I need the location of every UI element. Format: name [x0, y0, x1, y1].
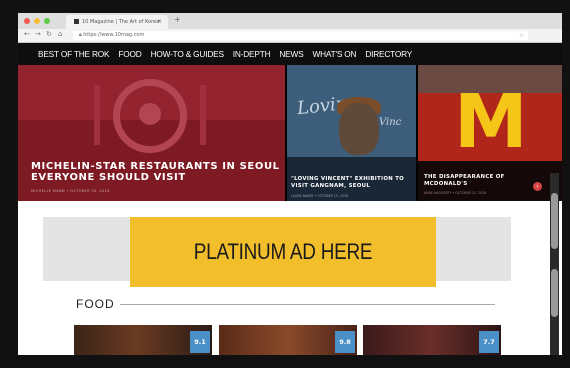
- tertiary-article-title[interactable]: THE DISAPPEARANCE OF MCDONALD'S: [424, 174, 534, 187]
- nav-item-best-of-the-rok[interactable]: BEST OF THE ROK: [38, 43, 110, 65]
- rating-badge: 7.7: [479, 331, 499, 353]
- scrollbar-thumb-lower[interactable]: [551, 269, 558, 317]
- lock-icon: 🔒︎: [79, 32, 82, 38]
- featured-article-title[interactable]: MICHELIN-STAR RESTAURANTS IN SEOUL EVERY…: [31, 161, 281, 183]
- knife-illustration: [200, 85, 206, 145]
- nav-item-news[interactable]: NEWS: [279, 43, 303, 65]
- address-toolbar: ← → ↻ ⌂ 🔒︎ https://www.10mag.com ☆: [18, 29, 562, 43]
- portrait-face: [339, 103, 379, 155]
- nav-item-in-depth[interactable]: IN-DEPTH: [233, 43, 271, 65]
- device-frame: 10 Magazine | The Art of Korea × + ← → ↻…: [0, 0, 570, 368]
- page-scrollbar[interactable]: [550, 173, 559, 355]
- site-favicon-icon: [74, 19, 79, 24]
- maximize-window-icon[interactable]: [44, 18, 50, 24]
- reload-icon[interactable]: ↻: [46, 30, 52, 38]
- next-slide-button[interactable]: ›: [533, 182, 542, 191]
- tab-title: 10 Magazine | The Art of Korea: [82, 19, 160, 25]
- section-divider: [120, 304, 495, 305]
- bookmark-star-icon[interactable]: ☆: [519, 31, 524, 40]
- painting-script-text-2: Vinc: [379, 117, 402, 128]
- hero-section: MICHELIN-STAR RESTAURANTS IN SEOUL EVERY…: [18, 65, 562, 201]
- secondary-article-card[interactable]: Loving Vinc "LOVING VINCENT" EXHIBITION …: [287, 65, 416, 201]
- secondary-article-title[interactable]: "LOVING VINCENT" EXHIBITION TO VISIT GAN…: [291, 176, 413, 189]
- secondary-article-meta: LAURA BAKER • OCTOBER 15, 2018: [291, 194, 349, 198]
- browser-tab-bar: 10 Magazine | The Art of Korea × +: [18, 13, 562, 29]
- plate-center-illustration: [139, 103, 161, 125]
- address-bar[interactable]: 🔒︎ https://www.10mag.com ☆: [73, 31, 528, 40]
- nav-item-directory[interactable]: DIRECTORY: [365, 43, 412, 65]
- nav-item-whats-on[interactable]: WHAT'S ON: [312, 43, 356, 65]
- scrollbar-thumb[interactable]: [551, 193, 558, 249]
- site-navigation: BEST OF THE ROK FOOD HOW-TO & GUIDES IN-…: [18, 43, 562, 65]
- nav-item-how-to-guides[interactable]: HOW-TO & GUIDES: [151, 43, 224, 65]
- minimize-window-icon[interactable]: [34, 18, 40, 24]
- back-arrow-icon[interactable]: ←: [24, 30, 30, 38]
- food-card-1[interactable]: 9.1: [74, 325, 212, 355]
- close-window-icon[interactable]: [24, 18, 30, 24]
- browser-window: 10 Magazine | The Art of Korea × + ← → ↻…: [18, 13, 562, 355]
- rating-badge: 9.1: [190, 331, 210, 353]
- address-url: https://www.10mag.com: [83, 32, 145, 38]
- browser-tab[interactable]: 10 Magazine | The Art of Korea ×: [66, 15, 168, 29]
- food-card-2[interactable]: 9.8: [219, 325, 357, 355]
- section-title-food[interactable]: FOOD: [76, 297, 115, 311]
- food-card-3[interactable]: 7.7: [363, 325, 501, 355]
- featured-article-card[interactable]: MICHELIN-STAR RESTAURANTS IN SEOUL EVERY…: [18, 65, 285, 201]
- home-icon[interactable]: ⌂: [58, 30, 62, 38]
- golden-arches-logo: M: [454, 79, 528, 165]
- close-tab-icon[interactable]: ×: [157, 15, 162, 29]
- rating-badge: 9.8: [335, 331, 355, 353]
- platinum-ad-banner[interactable]: PLATINUM AD HERE: [130, 217, 436, 287]
- tertiary-article-meta: ANNE HAGGERTY • OCTOBER 12, 2018: [424, 191, 487, 195]
- window-controls: [24, 18, 50, 24]
- tertiary-article-card[interactable]: M THE DISAPPEARANCE OF MCDONALD'S ANNE H…: [418, 65, 562, 201]
- fork-illustration: [94, 85, 100, 145]
- ad-label: PLATINUM AD HERE: [193, 239, 373, 264]
- new-tab-button[interactable]: +: [174, 15, 181, 24]
- nav-item-food[interactable]: FOOD: [118, 43, 141, 65]
- forward-arrow-icon[interactable]: →: [35, 30, 41, 38]
- featured-article-meta: MICHELLE MANN • OCTOBER 24, 2018: [31, 189, 110, 193]
- ad-zone: PLATINUM AD HERE: [43, 217, 511, 287]
